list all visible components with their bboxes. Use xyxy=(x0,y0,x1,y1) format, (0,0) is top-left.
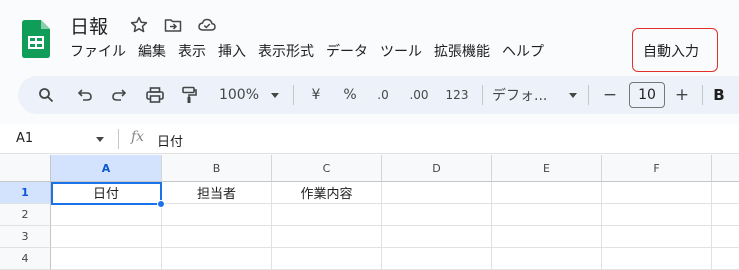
search-icon xyxy=(39,88,54,103)
sheets-logo-icon[interactable] xyxy=(22,20,50,58)
column-header-f[interactable]: F xyxy=(602,155,712,182)
formula-bar: A1 fx 日付 xyxy=(0,124,739,154)
font-size-input[interactable]: 10 xyxy=(629,82,665,108)
zoom-value[interactable]: 100% xyxy=(215,76,263,114)
menu-extensions[interactable]: 拡張機能 xyxy=(428,40,496,62)
redo-icon xyxy=(112,89,127,101)
menu-view[interactable]: 表示 xyxy=(172,40,212,62)
column-header-partial[interactable] xyxy=(712,155,739,182)
font-family-select[interactable]: デフォ... xyxy=(492,76,568,114)
name-box[interactable]: A1 xyxy=(16,131,33,146)
column-header-d[interactable]: D xyxy=(382,155,492,182)
toolbar-divider xyxy=(702,85,703,105)
cell-f4[interactable] xyxy=(602,248,712,270)
name-box-dropdown-icon[interactable] xyxy=(96,137,104,142)
star-icon[interactable] xyxy=(130,16,148,34)
formula-divider xyxy=(118,129,119,149)
column-header-c[interactable]: C xyxy=(272,155,382,182)
cell-g2[interactable] xyxy=(712,204,739,226)
document-title[interactable]: 日報 xyxy=(70,12,108,39)
more-formats-button[interactable]: 123 xyxy=(442,76,472,114)
menu-format[interactable]: 表示形式 xyxy=(252,40,320,62)
menu-data[interactable]: データ xyxy=(320,40,374,62)
cell-g1[interactable] xyxy=(712,182,739,204)
menu-file[interactable]: ファイル xyxy=(64,40,132,62)
fx-icon: fx xyxy=(131,129,145,145)
row-header-1[interactable]: 1 xyxy=(0,182,51,204)
bold-button[interactable]: B xyxy=(711,76,727,114)
app-header: 日報 ファイル 編集 表示 挿入 表示形式 データ ツール 拡張機能 ヘルプ 自… xyxy=(0,0,739,72)
cell-c4[interactable] xyxy=(272,248,382,270)
font-family-dropdown[interactable] xyxy=(566,76,580,114)
active-cell-outline xyxy=(51,182,162,205)
select-all-corner[interactable] xyxy=(0,155,51,182)
row-header-3[interactable]: 3 xyxy=(0,226,51,248)
cell-g4[interactable] xyxy=(712,248,739,270)
decrease-font-size-button[interactable]: − xyxy=(599,76,621,114)
row-header-2[interactable]: 2 xyxy=(0,204,51,226)
toolbar-divider xyxy=(293,85,294,105)
menu-help[interactable]: ヘルプ xyxy=(496,40,550,62)
cell-d2[interactable] xyxy=(382,204,492,226)
paint-format-button[interactable] xyxy=(177,76,201,114)
increase-decimal-label: .00 xyxy=(409,88,429,102)
menu-insert[interactable]: 挿入 xyxy=(212,40,252,62)
percent-format-button[interactable]: % xyxy=(339,76,361,114)
move-folder-icon[interactable] xyxy=(164,16,182,34)
cell-b1[interactable]: 担当者 xyxy=(162,182,272,204)
decrease-decimal-label: .0 xyxy=(377,88,389,102)
paint-format-icon xyxy=(182,86,197,103)
menu-edit[interactable]: 編集 xyxy=(132,40,172,62)
cell-d4[interactable] xyxy=(382,248,492,270)
cloud-saved-icon[interactable] xyxy=(198,16,216,34)
print-button[interactable] xyxy=(143,76,167,114)
cell-b3[interactable] xyxy=(162,226,272,248)
column-header-e[interactable]: E xyxy=(492,155,602,182)
menu-tools[interactable]: ツール xyxy=(374,40,428,62)
undo-button[interactable] xyxy=(73,76,97,114)
cell-b4[interactable] xyxy=(162,248,272,270)
toolbar-divider xyxy=(588,85,589,105)
currency-format-button[interactable]: ¥ xyxy=(305,76,327,114)
increase-decimal-button[interactable]: .00 xyxy=(404,76,434,114)
fill-handle[interactable] xyxy=(157,200,165,208)
print-icon xyxy=(146,87,164,103)
formula-input[interactable]: 日付 xyxy=(157,131,183,150)
cell-a4[interactable] xyxy=(51,248,162,270)
cell-a2[interactable] xyxy=(51,204,162,226)
cell-c1[interactable]: 作業内容 xyxy=(272,182,382,204)
redo-button[interactable] xyxy=(107,76,131,114)
cell-e2[interactable] xyxy=(492,204,602,226)
chevron-down-icon xyxy=(271,92,279,98)
toolbar-divider xyxy=(482,85,483,105)
cell-f3[interactable] xyxy=(602,226,712,248)
toolbar: 100% ¥ % .0 .00 123 デフォ... − 10 + B xyxy=(18,76,739,114)
menu-bar: ファイル 編集 表示 挿入 表示形式 データ ツール 拡張機能 ヘルプ xyxy=(64,40,550,62)
cell-f1[interactable] xyxy=(602,182,712,204)
cell-b2[interactable] xyxy=(162,204,272,226)
decrease-decimal-button[interactable]: .0 xyxy=(370,76,396,114)
cell-f2[interactable] xyxy=(602,204,712,226)
row-header-4[interactable]: 4 xyxy=(0,248,51,270)
cell-e3[interactable] xyxy=(492,226,602,248)
cell-c3[interactable] xyxy=(272,226,382,248)
menu-autofill[interactable]: 自動入力 xyxy=(643,41,699,61)
cell-a3[interactable] xyxy=(51,226,162,248)
increase-font-size-button[interactable]: + xyxy=(671,76,693,114)
cell-e1[interactable] xyxy=(492,182,602,204)
undo-icon xyxy=(77,89,92,101)
cell-g3[interactable] xyxy=(712,226,739,248)
column-header-b[interactable]: B xyxy=(162,155,272,182)
zoom-dropdown[interactable] xyxy=(268,76,282,114)
cell-d1[interactable] xyxy=(382,182,492,204)
column-header-a[interactable]: A xyxy=(51,155,162,182)
spreadsheet-grid: A B C D E F 1 2 3 4 日付 担当者 作業内容 xyxy=(0,155,739,270)
cell-e4[interactable] xyxy=(492,248,602,270)
chevron-down-icon xyxy=(569,92,577,98)
cell-d3[interactable] xyxy=(382,226,492,248)
cell-c2[interactable] xyxy=(272,204,382,226)
search-menus-button[interactable] xyxy=(34,76,58,114)
